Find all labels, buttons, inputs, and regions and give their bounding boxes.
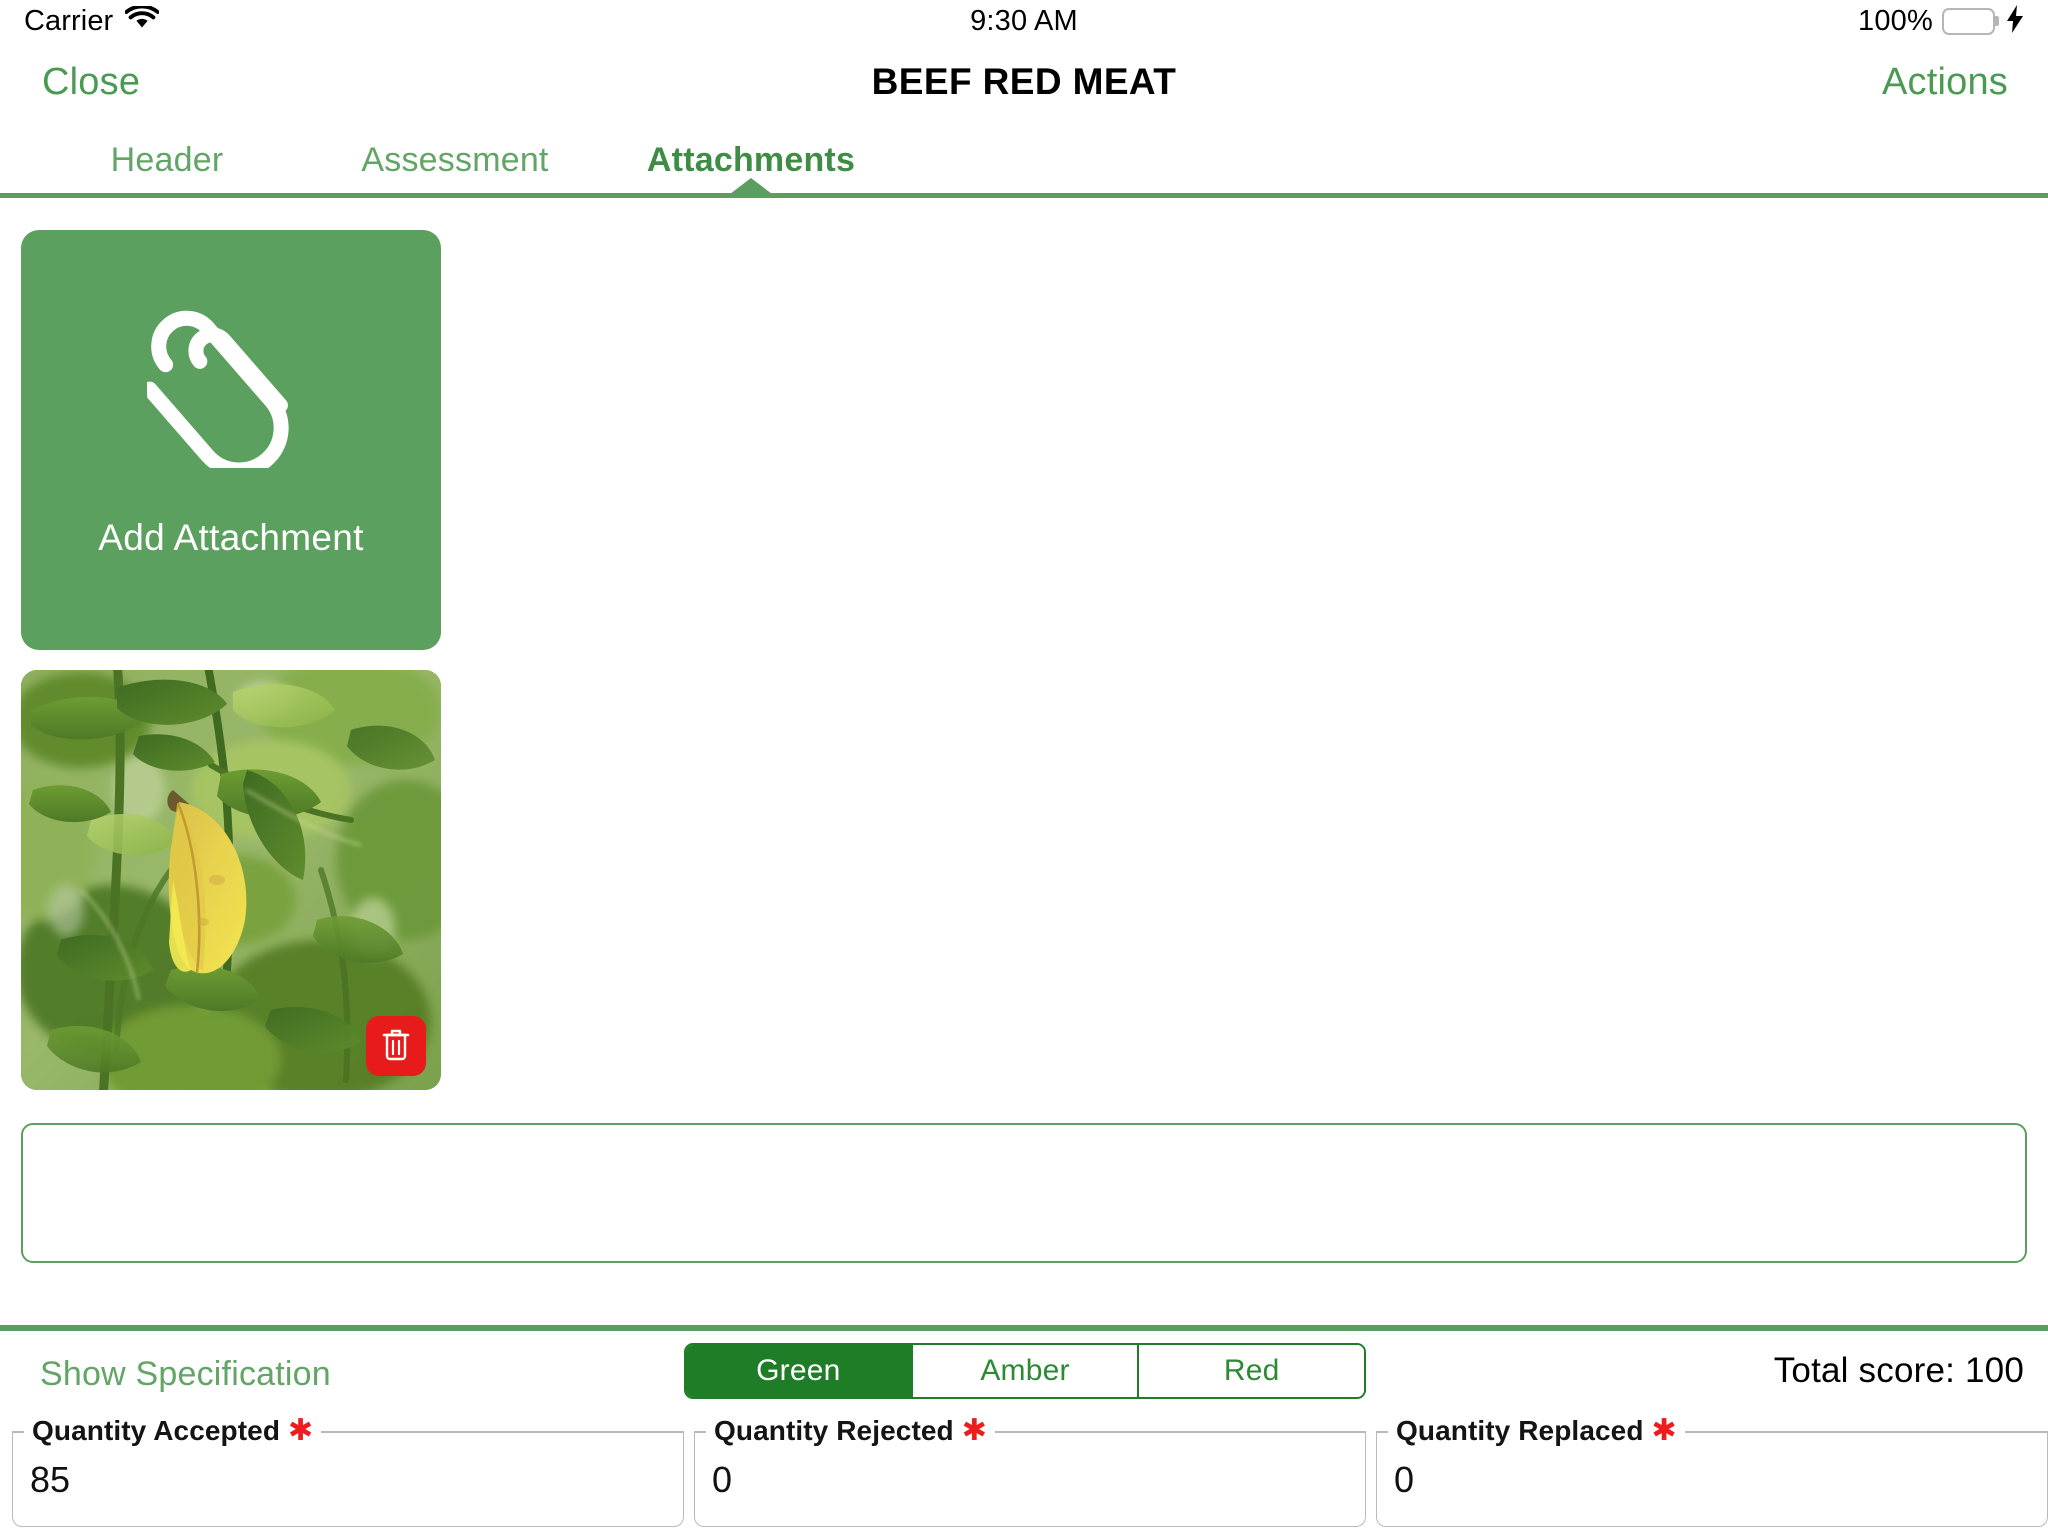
lightning-bolt-icon [2006,4,2024,38]
tab-header[interactable]: Header [42,122,292,198]
rag-option-green[interactable]: Green [686,1345,913,1397]
status-bar-left: Carrier [24,5,584,38]
battery-full-icon [1942,7,1999,35]
quantity-rejected-field: Quantity Rejected ✱ [694,1415,1366,1527]
app-root: Carrier 9:30 AM 100% Close BEEF RED MEAT… [0,0,2048,1536]
active-tab-caret-icon [730,178,772,194]
attachment-thumbnail[interactable] [21,670,441,1090]
tab-bar: Header Assessment Attachments [0,122,2048,198]
required-asterisk-icon: ✱ [288,1414,314,1447]
quantity-accepted-field: Quantity Accepted ✱ [12,1414,684,1527]
quantity-replaced-label-group: Quantity Replaced ✱ [1390,1415,1685,1447]
trash-icon [381,1028,411,1065]
add-attachment-button[interactable]: Add Attachment [21,230,441,650]
delete-attachment-button[interactable] [366,1016,426,1076]
quantity-replaced-input[interactable] [1394,1459,2030,1501]
comments-textarea[interactable] [21,1123,2027,1263]
close-button[interactable]: Close [32,55,150,110]
status-bar-right: 100% [1464,4,2024,38]
status-bar-center: 9:30 AM [584,5,1464,38]
total-score-label: Total score: 100 [1773,1351,2024,1390]
carrier-label: Carrier [24,4,114,37]
paperclip-icon [142,296,315,477]
rag-option-red[interactable]: Red [1139,1345,1364,1397]
add-attachment-label: Add Attachment [98,516,364,558]
quantity-accepted-input[interactable] [30,1459,666,1501]
quantity-rejected-label-group: Quantity Rejected ✱ [708,1415,995,1447]
rag-option-amber[interactable]: Amber [912,1345,1140,1397]
bottom-toolbar: Show Specification Green Amber Red Total… [0,1331,2048,1536]
battery-percent-label: 100% [1858,4,1933,37]
navigation-bar: Close BEEF RED MEAT Actions [0,42,2048,122]
rag-segmented-control[interactable]: Green Amber Red [684,1343,1366,1399]
quantity-rejected-label: Quantity Rejected [714,1415,954,1446]
status-bar: Carrier 9:30 AM 100% [0,0,2048,42]
quantity-accepted-label: Quantity Accepted [32,1415,281,1446]
show-specification-button[interactable]: Show Specification [38,1351,333,1398]
required-asterisk-icon: ✱ [961,1414,987,1447]
quantity-replaced-field: Quantity Replaced ✱ [1376,1415,2048,1527]
quantity-rejected-input[interactable] [712,1459,1348,1501]
wifi-icon [124,4,160,36]
quantity-accepted-label-group: Quantity Accepted ✱ [26,1414,322,1447]
tab-assessment[interactable]: Assessment [313,122,597,198]
quantity-replaced-label: Quantity Replaced [1396,1415,1644,1446]
actions-button[interactable]: Actions [1872,55,2018,110]
attachments-panel: Add Attachment [0,198,2048,1325]
required-asterisk-icon: ✱ [1651,1414,1677,1447]
page-title: BEEF RED MEAT [871,61,1177,102]
clock-label: 9:30 AM [970,4,1078,37]
